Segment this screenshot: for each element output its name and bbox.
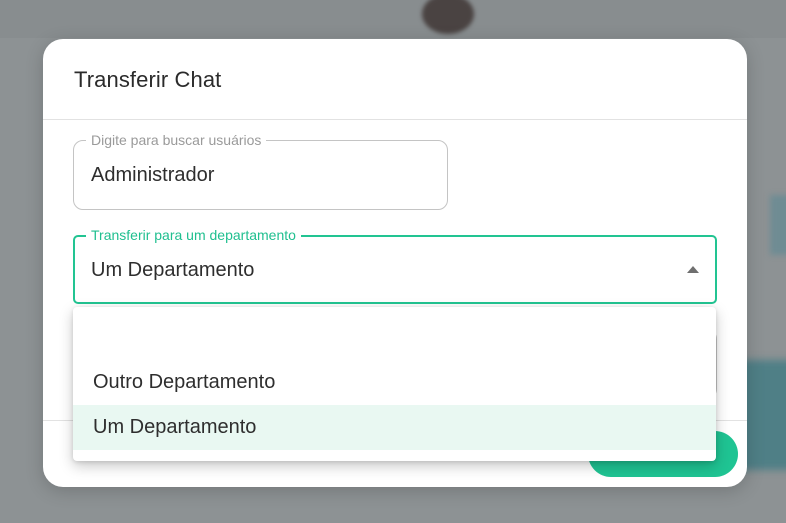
user-search-label: Digite para buscar usuários (86, 131, 267, 149)
caret-up-icon[interactable] (687, 266, 699, 273)
department-select-value: Um Departamento (91, 259, 255, 281)
department-select-label: Transferir para um departamento (86, 226, 301, 244)
user-search-input[interactable]: Administrador (91, 164, 214, 187)
dialog-divider-top (43, 119, 747, 120)
department-select[interactable]: Transferir para um departamento Um Depar… (73, 226, 717, 304)
dropdown-option-empty[interactable] (73, 315, 716, 360)
dropdown-option-um-departamento[interactable]: Um Departamento (73, 405, 716, 450)
dialog-title: Transferir Chat (74, 67, 222, 92)
background-panel-edge (770, 195, 786, 255)
background-topbar (0, 0, 786, 38)
department-dropdown-menu: Outro Departamento Um Departamento (73, 307, 716, 461)
dropdown-option-outro-departamento[interactable]: Outro Departamento (73, 360, 716, 405)
user-search-field[interactable]: Digite para buscar usuários Administrado… (73, 131, 448, 210)
